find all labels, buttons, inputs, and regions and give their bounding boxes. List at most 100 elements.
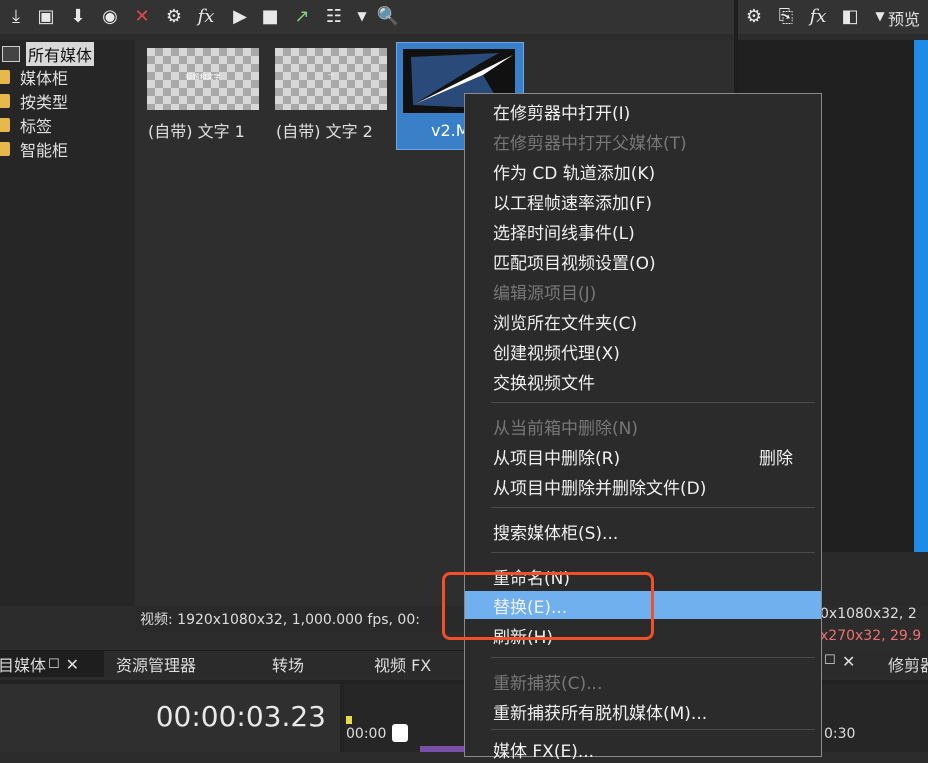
- menu-item-label: 重新捕获所有脱机媒体(M)...: [493, 703, 708, 724]
- tree-item-label: 标签: [20, 117, 53, 136]
- menu-item-remove-from-bin[interactable]: 从当前箱中删除(N): [465, 412, 821, 440]
- ruler-label: 00:00: [346, 726, 387, 742]
- timeline-ruler[interactable]: 00:00: [344, 684, 468, 752]
- preview-quality-label[interactable]: 预览: [888, 6, 920, 30]
- menu-item-edit-source-project[interactable]: 编辑源项目(J): [465, 277, 821, 305]
- menu-separator: [491, 507, 815, 508]
- window-tabs: 目媒体 ☐ ✕ 资源管理器 转场 视频 FX: [0, 650, 470, 677]
- split-screen-icon[interactable]: ◧: [838, 4, 862, 28]
- menu-item-match-project-settings[interactable]: 匹配项目视频设置(O): [465, 247, 821, 275]
- menu-item-recapture[interactable]: 重新捕获(C)...: [465, 667, 821, 695]
- undock-icon[interactable]: ☐: [48, 657, 60, 672]
- menu-separator: [491, 657, 815, 658]
- menu-item-browse-folder[interactable]: 浏览所在文件夹(C): [465, 307, 821, 335]
- folder-icon: [0, 118, 10, 132]
- timecode-text: 00:00:03.23: [155, 700, 326, 733]
- menu-item-label: 重新捕获(C)...: [493, 673, 603, 694]
- menu-item-add-at-project-rate[interactable]: 以工程帧速率添加(F): [465, 187, 821, 215]
- tab-label: 目媒体: [0, 656, 47, 675]
- media-item-label[interactable]: (自带) 文字 1: [148, 118, 245, 142]
- thumbnail-text: 标题和文字: [185, 73, 221, 81]
- menu-item-label: 在修剪器中打开父媒体(T): [493, 133, 687, 154]
- disc-icon[interactable]: ◉: [98, 4, 122, 28]
- media-tree: 所有媒体 媒体柜 按类型 标签 智能柜: [0, 40, 134, 606]
- menu-separator: [491, 552, 815, 553]
- media-icon: [2, 46, 20, 62]
- media-item-label[interactable]: (自带) 文字 2: [276, 118, 373, 142]
- menu-item-media-fx[interactable]: 媒体 FX(E)...: [465, 735, 821, 763]
- tree-item-label: 智能柜: [20, 141, 69, 160]
- menu-item-select-timeline-events[interactable]: 选择时间线事件(L): [465, 217, 821, 245]
- menu-item-label: 作为 CD 轨道添加(K): [493, 163, 656, 184]
- views-icon[interactable]: ☷: [322, 4, 346, 28]
- menu-item-recapture-all-offline[interactable]: 重新捕获所有脱机媒体(M)...: [465, 697, 821, 725]
- timeline-event[interactable]: [420, 746, 468, 752]
- close-icon[interactable]: ✕: [842, 652, 855, 671]
- tree-item-media-bins[interactable]: 媒体柜: [0, 66, 68, 88]
- preview-toolbar: ⚙ ⎘ fx ◧ ▼ 预览: [738, 0, 928, 34]
- tab-transitions[interactable]: 转场: [272, 651, 304, 677]
- menu-item-add-as-cd-track[interactable]: 作为 CD 轨道添加(K): [465, 157, 821, 185]
- zoom-icon[interactable]: 🔍: [376, 4, 400, 28]
- auto-preview-icon[interactable]: ↗: [290, 4, 314, 28]
- menu-item-remove-from-project[interactable]: 从项目中删除(R) 删除: [465, 442, 821, 470]
- folder-icon: [0, 142, 10, 156]
- tree-item-label: 所有媒体: [26, 42, 95, 66]
- tree-item-smart-bins[interactable]: 智能柜: [0, 138, 68, 160]
- menu-item-open-parent-in-trimmer[interactable]: 在修剪器中打开父媒体(T): [465, 127, 821, 155]
- tab-trimmer[interactable]: ☐ ✕ 修剪器: [820, 650, 928, 676]
- timeline-ruler-right[interactable]: 0:30: [822, 684, 928, 752]
- menu-item-label: 创建视频代理(X): [493, 343, 620, 364]
- tab-project-media[interactable]: 目媒体 ☐ ✕: [0, 651, 104, 677]
- menu-item-label: 交换视频文件: [493, 373, 595, 394]
- loop-marker[interactable]: [346, 716, 352, 724]
- menu-item-search-media-bins[interactable]: 搜索媒体柜(S)...: [465, 517, 821, 545]
- preview-project-info: 0x1080x32, 2: [820, 606, 917, 622]
- undock-icon[interactable]: ☐: [824, 653, 836, 668]
- menu-item-label: 匹配项目视频设置(O): [493, 253, 656, 274]
- menu-item-remove-and-delete-file[interactable]: 从项目中删除并删除文件(D): [465, 472, 821, 500]
- preview-frame: [914, 40, 928, 552]
- timecode-display: 00:00:03.23: [0, 684, 340, 752]
- import-media-icon[interactable]: ⤓: [4, 4, 28, 28]
- media-thumbnail[interactable]: 标题和文字: [147, 48, 259, 110]
- tree-item-tags[interactable]: 标签: [0, 114, 52, 136]
- stop-icon[interactable]: ■: [258, 4, 282, 28]
- menu-item-label: 从当前箱中删除(N): [493, 418, 638, 439]
- menu-item-label: 选择时间线事件(L): [493, 223, 635, 244]
- tab-label: 转场: [272, 656, 305, 675]
- capture-icon[interactable]: ▣: [34, 4, 58, 28]
- tree-item-by-type[interactable]: 按类型: [0, 90, 68, 112]
- menu-item-create-video-proxy[interactable]: 创建视频代理(X): [465, 337, 821, 365]
- folder-icon: [0, 94, 10, 108]
- menu-item-label: 在修剪器中打开(I): [493, 103, 631, 124]
- properties-icon[interactable]: ⚙: [162, 4, 186, 28]
- media-thumbnail[interactable]: --: [275, 48, 387, 110]
- tab-video-fx[interactable]: 视频 FX: [374, 651, 431, 677]
- menu-item-label: 从项目中删除并删除文件(D): [493, 478, 707, 499]
- get-media-icon[interactable]: ⬇: [66, 4, 90, 28]
- media-fx-icon[interactable]: fx: [194, 4, 218, 28]
- playhead-icon[interactable]: [392, 724, 408, 742]
- annotation-highlight-box: [442, 572, 654, 640]
- menu-item-open-in-trimmer[interactable]: 在修剪器中打开(I): [465, 97, 821, 125]
- menu-item-swap-video-file[interactable]: 交换视频文件: [465, 367, 821, 395]
- video-fx-icon[interactable]: fx: [806, 4, 830, 28]
- menu-item-label: 从项目中删除(R): [493, 448, 621, 469]
- tab-label: 资源管理器: [116, 656, 197, 675]
- delete-icon[interactable]: ✕: [130, 4, 154, 28]
- views-dropdown-icon[interactable]: ▼: [350, 4, 374, 28]
- tree-item-label: 按类型: [20, 93, 69, 112]
- settings-icon[interactable]: ⚙: [742, 4, 766, 28]
- menu-item-label: 编辑源项目(J): [493, 283, 597, 304]
- context-menu: 在修剪器中打开(I) 在修剪器中打开父媒体(T) 作为 CD 轨道添加(K) 以…: [464, 93, 822, 762]
- ruler-label: 0:30: [824, 726, 856, 742]
- menu-separator: [491, 402, 815, 403]
- copy-snapshot-icon[interactable]: ⎘: [774, 4, 798, 28]
- play-icon[interactable]: ▶: [228, 4, 252, 28]
- preview-display-info: x270x32, 29.9: [820, 628, 922, 644]
- tab-explorer[interactable]: 资源管理器: [116, 651, 196, 677]
- tab-label: 视频 FX: [374, 656, 432, 675]
- close-icon[interactable]: ✕: [66, 655, 79, 674]
- tree-item-all-media[interactable]: 所有媒体: [0, 42, 95, 66]
